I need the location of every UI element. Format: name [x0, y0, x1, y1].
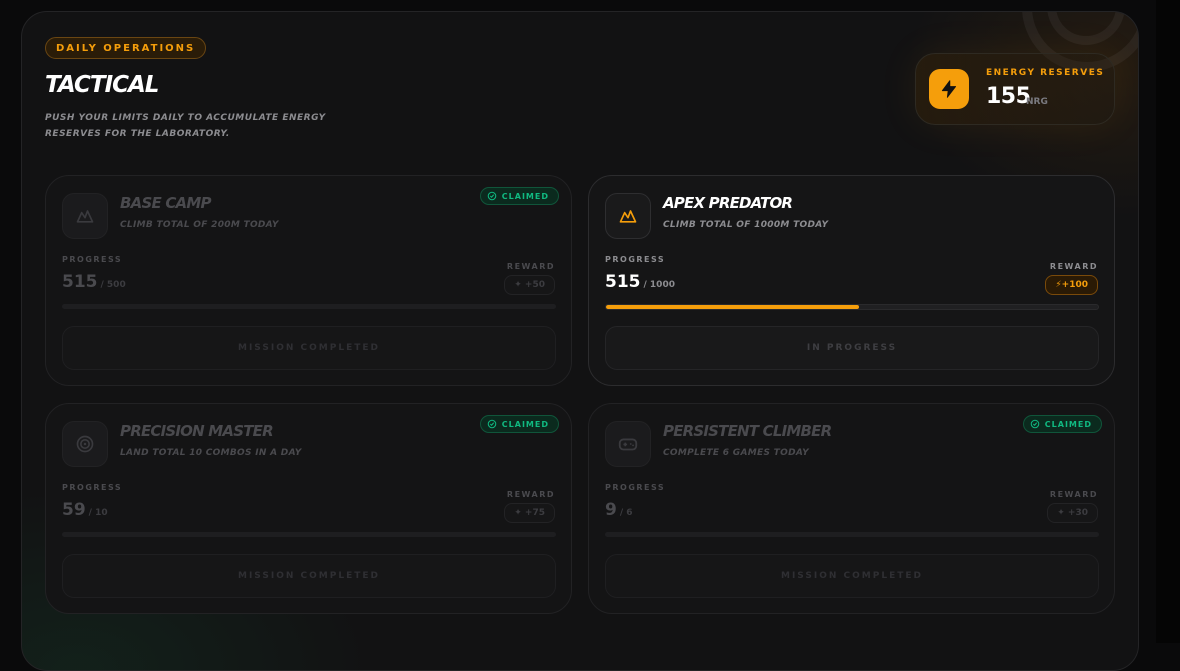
reward-label: REWARD	[506, 262, 555, 271]
progress-value: 59/ 10	[62, 500, 108, 520]
progress-bar	[605, 532, 1099, 537]
mountain-icon	[605, 193, 651, 239]
sparkle-icon: ✦	[514, 280, 525, 290]
window-edge	[1156, 0, 1180, 643]
mountain-icon	[62, 193, 108, 239]
mission-name: APEX PREDATOR	[663, 194, 793, 212]
mission-status-button[interactable]: MISSION COMPLETED	[605, 554, 1099, 598]
energy-reserves-widget: ENERGY RESERVES 155 NRG	[915, 53, 1115, 125]
mission-name: PERSISTENT CLIMBER	[663, 422, 832, 440]
progress-bar	[62, 532, 556, 537]
reward-badge: ✦ +30	[1047, 503, 1098, 523]
check-circle-icon	[487, 419, 497, 429]
progress-label: PROGRESS	[605, 255, 666, 264]
reward-badge: ⚡+100	[1045, 275, 1098, 295]
target-icon	[62, 421, 108, 467]
mission-status-button[interactable]: MISSION COMPLETED	[62, 554, 556, 598]
progress-bar	[605, 304, 1099, 310]
mission-status-button[interactable]: IN PROGRESS	[605, 326, 1099, 370]
mission-description: LAND TOTAL 10 COMBOS IN A DAY	[120, 448, 302, 458]
mission-card-apex-predator[interactable]: APEX PREDATOR CLIMB TOTAL OF 1000M TODAY…	[588, 175, 1115, 386]
mission-card-persistent-climber[interactable]: PERSISTENT CLIMBER COMPLETE 6 GAMES TODA…	[588, 403, 1115, 614]
page-subtitle: PUSH YOUR LIMITS DAILY TO ACCUMULATE ENE…	[45, 113, 326, 139]
claimed-badge: CLAIMED	[479, 415, 559, 433]
reward-label: REWARD	[1049, 490, 1098, 499]
progress-value: 515/ 1000	[605, 272, 675, 292]
gamepad-icon	[605, 421, 651, 467]
energy-value: 155	[986, 84, 1031, 109]
mission-name: PRECISION MASTER	[120, 422, 274, 440]
progress-label: PROGRESS	[62, 483, 123, 492]
reward-badge: ✦ +75	[504, 503, 555, 523]
mission-card-precision-master[interactable]: PRECISION MASTER LAND TOTAL 10 COMBOS IN…	[45, 403, 572, 614]
section-tag: DAILY OPERATIONS	[45, 37, 207, 59]
mission-name: BASE CAMP	[120, 194, 211, 212]
reward-label: REWARD	[506, 490, 555, 499]
check-circle-icon	[487, 191, 497, 201]
mission-description: COMPLETE 6 GAMES TODAY	[663, 448, 809, 458]
mission-description: CLIMB TOTAL OF 1000M TODAY	[663, 220, 829, 230]
daily-operations-panel: DAILY OPERATIONS TACTICAL PUSH YOUR LIMI…	[21, 11, 1139, 671]
progress-label: PROGRESS	[605, 483, 666, 492]
sparkle-icon: ✦	[1057, 508, 1068, 518]
reward-label: REWARD	[1049, 262, 1098, 271]
sparkle-icon: ✦	[514, 508, 525, 518]
check-circle-icon	[1030, 419, 1040, 429]
lightning-icon	[929, 69, 969, 109]
progress-value: 515/ 500	[62, 272, 126, 292]
reward-badge: ✦ +50	[504, 275, 555, 295]
energy-unit: NRG	[1026, 97, 1048, 107]
energy-label: ENERGY RESERVES	[986, 68, 1105, 78]
progress-bar	[62, 304, 556, 309]
progress-value: 9/ 6	[605, 500, 633, 520]
page-title: TACTICAL	[45, 72, 159, 98]
progress-label: PROGRESS	[62, 255, 123, 264]
mission-card-base-camp[interactable]: BASE CAMP CLIMB TOTAL OF 200M TODAY CLAI…	[45, 175, 572, 386]
claimed-badge: CLAIMED	[479, 187, 559, 205]
mission-status-button[interactable]: MISSION COMPLETED	[62, 326, 556, 370]
claimed-badge: CLAIMED	[1022, 415, 1102, 433]
mission-description: CLIMB TOTAL OF 200M TODAY	[120, 220, 279, 230]
